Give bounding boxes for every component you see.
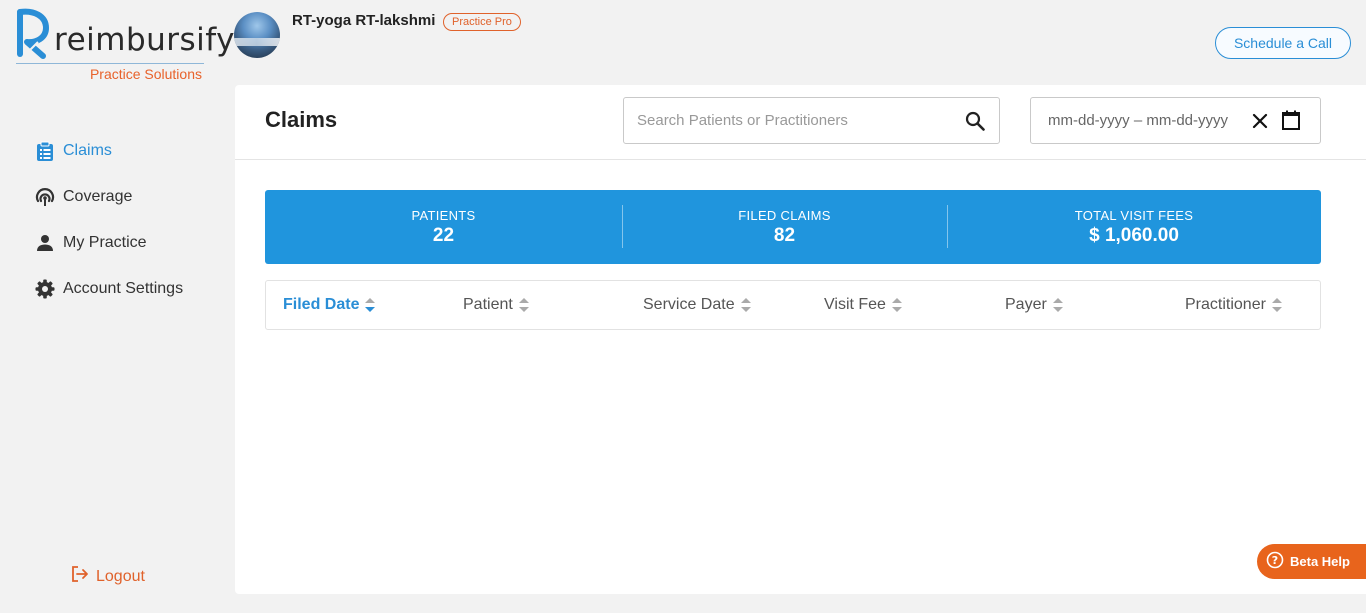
date-range-placeholder: mm-dd-yyyy – mm-dd-yyyy <box>1048 112 1229 129</box>
stat-label: PATIENTS <box>411 207 476 223</box>
plan-badge: Practice Pro <box>443 13 521 31</box>
beta-help-label: Beta Help <box>1290 554 1350 569</box>
sort-desc-icon <box>365 298 376 312</box>
card-header: Claims mm-dd-yyyy – mm-dd-yyyy <box>235 85 1366 160</box>
sidebar-item-label: Account Settings <box>63 280 184 297</box>
brand-name: reimbursify <box>54 22 235 58</box>
stats-bar: PATIENTS 22 FILED CLAIMS 82 TOTAL VISIT … <box>265 190 1321 264</box>
column-payer[interactable]: Payer <box>1005 296 1063 314</box>
column-label: Filed Date <box>283 296 360 313</box>
column-filed-date[interactable]: Filed Date <box>283 296 376 314</box>
sort-icon <box>740 298 751 312</box>
date-range-picker[interactable]: mm-dd-yyyy – mm-dd-yyyy <box>1030 97 1321 144</box>
brand-logo[interactable]: reimbursify Practice Solutions <box>14 8 235 84</box>
close-icon[interactable] <box>1250 111 1270 136</box>
column-label: Practitioner <box>1185 296 1266 313</box>
sidebar-item-label: Claims <box>63 142 112 159</box>
claims-table-header: Filed Date Patient Service Date Visit Fe… <box>265 280 1321 330</box>
sidebar-nav: Claims Coverage My Practice Account Sett… <box>34 128 224 312</box>
sidebar-item-my-practice[interactable]: My Practice <box>34 220 224 266</box>
sort-icon <box>1271 298 1282 312</box>
person-icon <box>34 232 56 254</box>
logout-button[interactable]: Logout <box>70 565 145 588</box>
search-box <box>623 97 1000 144</box>
sort-icon <box>891 298 902 312</box>
coverage-icon <box>34 186 56 208</box>
stat-filed-claims: FILED CLAIMS 82 <box>622 190 947 264</box>
column-label: Payer <box>1005 296 1047 313</box>
brand-subtitle: Practice Solutions <box>89 66 202 82</box>
sidebar-item-account-settings[interactable]: Account Settings <box>34 266 224 312</box>
column-patient[interactable]: Patient <box>463 296 529 314</box>
sort-icon <box>1052 298 1063 312</box>
svg-text:?: ? <box>1272 554 1278 567</box>
column-practitioner[interactable]: Practitioner <box>1185 296 1282 314</box>
sort-icon <box>518 298 529 312</box>
logout-label: Logout <box>96 567 145 585</box>
user-name: RT-yoga RT-lakshmi <box>292 12 436 29</box>
page-title: Claims <box>265 107 338 132</box>
column-label: Visit Fee <box>824 296 886 313</box>
stat-label: TOTAL VISIT FEES <box>1074 207 1194 223</box>
avatar[interactable] <box>234 12 280 58</box>
claims-card: Claims mm-dd-yyyy – mm-dd-yyyy <box>235 85 1366 594</box>
gear-icon <box>34 278 56 300</box>
help-circle-icon: ? <box>1266 551 1284 572</box>
beta-help-button[interactable]: ? Beta Help <box>1257 544 1366 579</box>
calendar-icon[interactable] <box>1281 110 1301 136</box>
column-service-date[interactable]: Service Date <box>643 296 751 314</box>
sidebar-item-claims[interactable]: Claims <box>34 128 224 174</box>
brand-divider <box>16 63 204 64</box>
sidebar-item-label: My Practice <box>63 234 147 251</box>
stat-value: 82 <box>773 224 796 246</box>
stat-label: FILED CLAIMS <box>738 207 831 223</box>
clipboard-icon <box>34 140 56 162</box>
column-label: Service Date <box>643 296 735 313</box>
reimbursify-logo-icon <box>17 8 49 59</box>
sidebar-item-coverage[interactable]: Coverage <box>34 174 224 220</box>
column-label: Patient <box>463 296 513 313</box>
sidebar-item-label: Coverage <box>63 188 133 205</box>
search-input[interactable] <box>637 98 947 143</box>
stat-patients: PATIENTS 22 <box>265 190 622 264</box>
stat-value: 22 <box>432 224 455 246</box>
search-icon[interactable] <box>965 111 985 136</box>
stat-total-visit-fees: TOTAL VISIT FEES $ 1,060.00 <box>947 190 1321 264</box>
schedule-call-button[interactable]: Schedule a Call <box>1215 27 1351 59</box>
stat-value: $ 1,060.00 <box>1089 224 1179 246</box>
logout-icon <box>70 565 90 588</box>
column-visit-fee[interactable]: Visit Fee <box>824 296 902 314</box>
